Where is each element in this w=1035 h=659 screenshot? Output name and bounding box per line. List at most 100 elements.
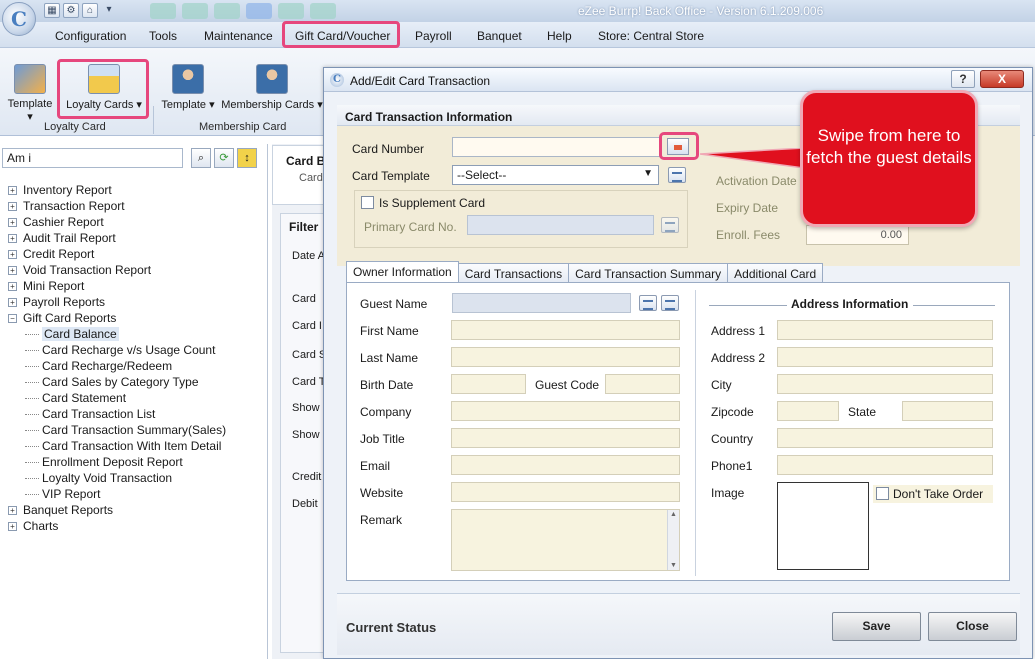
tree-item-label: Card Statement — [42, 391, 127, 405]
dropdown-icon[interactable]: ▾ — [101, 3, 117, 18]
refresh-icon[interactable]: ⟳ — [214, 148, 234, 168]
tree-item[interactable]: + Transaction Report — [8, 198, 226, 214]
help-button[interactable]: ? — [951, 70, 975, 88]
guest-image[interactable] — [777, 482, 869, 570]
tree-item[interactable]: Card Recharge/Redeem — [8, 358, 226, 374]
city-label: City — [711, 378, 732, 392]
remark-textarea[interactable] — [451, 509, 680, 571]
menu-payroll[interactable]: Payroll — [415, 29, 452, 43]
guest-code-input[interactable] — [605, 374, 680, 394]
calculator-icon[interactable]: ▦ — [44, 3, 60, 18]
collapse-icon[interactable]: − — [8, 314, 17, 324]
guest-lookup-icon[interactable] — [639, 295, 657, 311]
expand-icon[interactable]: + — [8, 218, 17, 228]
address1-input[interactable] — [777, 320, 993, 340]
tree-item[interactable]: − Gift Card Reports — [8, 310, 226, 326]
app-logo-icon[interactable]: C — [2, 2, 36, 36]
sort-icon[interactable]: ↕ — [237, 148, 257, 168]
expand-icon[interactable]: + — [8, 282, 17, 292]
menu-store[interactable]: Store: Central Store — [598, 29, 704, 43]
membership-template-button[interactable]: Template ▾ — [160, 64, 216, 111]
binoculars-icon[interactable]: ⌕ — [191, 148, 211, 168]
tree-item[interactable]: + Payroll Reports — [8, 294, 226, 310]
country-input[interactable] — [777, 428, 993, 448]
tree-item[interactable]: VIP Report — [8, 486, 226, 502]
tree-item[interactable]: + Charts — [8, 518, 226, 534]
section-title: Card Transaction Information — [345, 110, 513, 124]
phone1-input[interactable] — [777, 455, 993, 475]
tree-item[interactable]: Card Transaction List — [8, 406, 226, 422]
tab-additional-card[interactable]: Additional Card — [727, 263, 824, 283]
expand-icon[interactable]: + — [8, 250, 17, 260]
expand-icon[interactable]: + — [8, 186, 17, 196]
tree-item[interactable]: Card Transaction With Item Detail — [8, 438, 226, 454]
tree-item[interactable]: + Credit Report — [8, 246, 226, 262]
tree-item[interactable]: + Banquet Reports — [8, 502, 226, 518]
expand-icon[interactable]: + — [8, 506, 17, 516]
tree-item[interactable]: Card Transaction Summary(Sales) — [8, 422, 226, 438]
last-name-label: Last Name — [360, 351, 419, 365]
tree-item[interactable]: Card Sales by Category Type — [8, 374, 226, 390]
window-tab[interactable] — [182, 3, 208, 19]
search-input[interactable]: Am i — [2, 148, 183, 168]
close-icon[interactable]: X — [980, 70, 1024, 88]
tab-card-transaction-summary[interactable]: Card Transaction Summary — [568, 263, 729, 283]
expand-icon[interactable]: + — [8, 202, 17, 212]
zipcode-input[interactable] — [777, 401, 839, 421]
tree-item[interactable]: Loyalty Void Transaction — [8, 470, 226, 486]
expand-icon[interactable]: + — [8, 522, 17, 532]
last-name-input[interactable] — [451, 347, 680, 367]
state-input[interactable] — [902, 401, 993, 421]
menu-banquet[interactable]: Banquet — [477, 29, 522, 43]
menu-configuration[interactable]: Configuration — [55, 29, 126, 43]
add-guest-icon[interactable] — [661, 295, 679, 311]
first-name-input[interactable] — [451, 320, 680, 340]
template-lookup-icon[interactable] — [668, 167, 686, 183]
ribbon-separator — [153, 106, 154, 134]
close-button[interactable]: Close — [928, 612, 1017, 641]
job-title-input[interactable] — [451, 428, 680, 448]
dont-take-order-checkbox[interactable] — [876, 487, 889, 500]
remark-scrollbar[interactable] — [667, 510, 679, 570]
tab-owner-information[interactable]: Owner Information — [346, 261, 459, 283]
window-tab[interactable] — [214, 3, 240, 19]
tree-item[interactable]: + Cashier Report — [8, 214, 226, 230]
window-tab[interactable] — [310, 3, 336, 19]
company-input[interactable] — [451, 401, 680, 421]
tab-card-transactions[interactable]: Card Transactions — [457, 263, 570, 283]
primary-card-lookup-icon[interactable] — [661, 217, 679, 233]
tree-item[interactable]: + Void Transaction Report — [8, 262, 226, 278]
tree-item[interactable]: + Mini Report — [8, 278, 226, 294]
expand-icon[interactable]: + — [8, 266, 17, 276]
tree-item[interactable]: Enrollment Deposit Report — [8, 454, 226, 470]
window-tab[interactable] — [246, 3, 272, 19]
tree-item[interactable]: Card Statement — [8, 390, 226, 406]
website-input[interactable] — [451, 482, 680, 502]
tree-item[interactable]: Card Balance — [8, 326, 226, 342]
home-icon[interactable]: ⌂ — [82, 3, 98, 18]
membership-cards-button[interactable]: Membership Cards ▾ — [221, 64, 323, 111]
city-input[interactable] — [777, 374, 993, 394]
menu-help[interactable]: Help — [547, 29, 572, 43]
save-button[interactable]: Save — [832, 612, 921, 641]
is-supplement-checkbox[interactable] — [361, 196, 374, 209]
quick-access-toolbar: ▦ ⚙ ⌂ ▾ — [44, 3, 117, 18]
window-tab[interactable] — [150, 3, 176, 19]
guest-name-input[interactable] — [452, 293, 631, 313]
birth-date-input[interactable] — [451, 374, 526, 394]
gear-icon[interactable]: ⚙ — [63, 3, 79, 18]
card-template-select[interactable]: --Select-- ▼ — [452, 165, 659, 185]
email-input[interactable] — [451, 455, 680, 475]
window-tab[interactable] — [278, 3, 304, 19]
menu-maintenance[interactable]: Maintenance — [204, 29, 273, 43]
expand-icon[interactable]: + — [8, 234, 17, 244]
menu-tools[interactable]: Tools — [149, 29, 177, 43]
tree-item[interactable]: + Audit Trail Report — [8, 230, 226, 246]
tree-item[interactable]: Card Recharge v/s Usage Count — [8, 342, 226, 358]
primary-card-input[interactable] — [467, 215, 654, 235]
card-number-input[interactable] — [452, 137, 660, 157]
expand-icon[interactable]: + — [8, 298, 17, 308]
loyalty-template-button[interactable]: Template ▾ — [4, 64, 56, 123]
address2-input[interactable] — [777, 347, 993, 367]
tree-item[interactable]: + Inventory Report — [8, 182, 226, 198]
